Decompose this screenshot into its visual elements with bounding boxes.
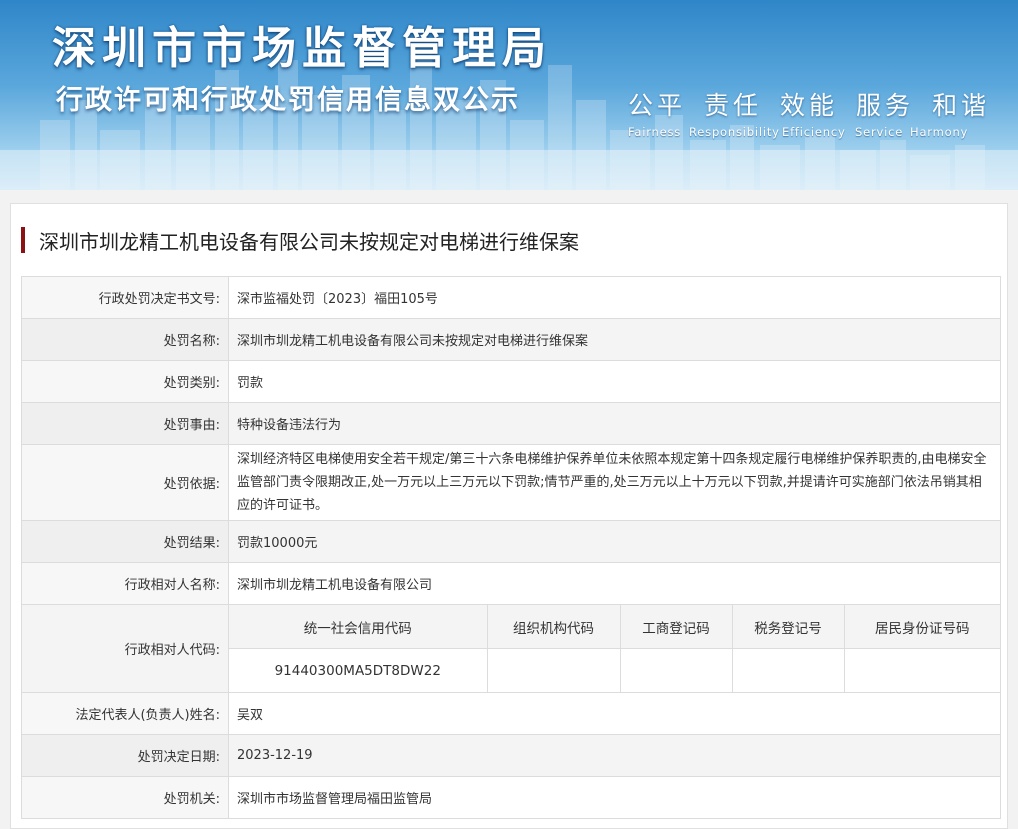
row-basis: 处罚依据: 深圳经济特区电梯使用安全若干规定/第三十六条电梯维护保养单位未依照本… — [21, 444, 1001, 521]
row-decision-date: 处罚决定日期: 2023-12-19 — [21, 734, 1001, 777]
penalty-name-value: 深圳市圳龙精工机电设备有限公司未按规定对电梯进行维保案 — [228, 318, 1001, 361]
motto-chinese: 公平 责任 效能 服务 和谐 — [628, 86, 990, 122]
motto-english: Fairness Responsibility Efficiency Servi… — [628, 125, 990, 139]
content-panel: 深圳市圳龙精工机电设备有限公司未按规定对电梯进行维保案 行政处罚决定书文号: 深… — [10, 203, 1008, 829]
code-header: 统一社会信用代码 — [229, 605, 488, 649]
doc-no-label: 行政处罚决定书文号: — [21, 276, 229, 319]
motto-en-item: Fairness — [628, 125, 682, 139]
code-header-row: 统一社会信用代码 组织机构代码 工商登记码 税务登记号 居民身份证号码 — [229, 605, 1000, 649]
row-authority: 处罚机关: 深圳市市场监督管理局福田监管局 — [21, 776, 1001, 819]
party-code-table: 统一社会信用代码 组织机构代码 工商登记码 税务登记号 居民身份证号码 9144… — [229, 605, 1000, 692]
row-penalty-name: 处罚名称: 深圳市圳龙精工机电设备有限公司未按规定对电梯进行维保案 — [21, 318, 1001, 361]
result-value: 罚款10000元 — [228, 520, 1001, 563]
header-banner: 深圳市市场监督管理局 行政许可和行政处罚信用信息双公示 公平 责任 效能 服务 … — [0, 0, 1018, 190]
motto-en-item: Efficiency — [782, 125, 846, 139]
motto-cn-item: 责任 — [704, 91, 763, 120]
banner-subtitle: 行政许可和行政处罚信用信息双公示 — [56, 85, 520, 116]
motto-cn-item: 效能 — [780, 91, 839, 120]
code-value — [843, 648, 1000, 692]
party-code-label: 行政相对人代码: — [21, 604, 229, 693]
row-party-name: 行政相对人名称: 深圳市圳龙精工机电设备有限公司 — [21, 562, 1001, 605]
doc-no-value: 深市监福处罚〔2023〕福田105号 — [228, 276, 1001, 319]
legal-rep-label: 法定代表人(负责人)姓名: — [21, 692, 229, 735]
title-accent-bar — [21, 227, 25, 253]
reason-value: 特种设备违法行为 — [228, 402, 1001, 445]
reason-label: 处罚事由: — [21, 402, 229, 445]
case-title-text: 深圳市圳龙精工机电设备有限公司未按规定对电梯进行维保案 — [39, 229, 579, 254]
row-reason: 处罚事由: 特种设备违法行为 — [21, 402, 1001, 445]
motto-en-item: Service — [855, 125, 904, 139]
motto-en-item: Harmony — [910, 125, 969, 139]
basis-value: 深圳经济特区电梯使用安全若干规定/第三十六条电梯维护保养单位未依照本规定第十四条… — [228, 444, 1001, 521]
row-category: 处罚类别: 罚款 — [21, 360, 1001, 403]
row-result: 处罚结果: 罚款10000元 — [21, 520, 1001, 563]
code-header: 税务登记号 — [731, 605, 845, 649]
penalty-info-table: 行政处罚决定书文号: 深市监福处罚〔2023〕福田105号 处罚名称: 深圳市圳… — [21, 276, 1001, 819]
code-value — [486, 648, 621, 692]
code-value — [619, 648, 733, 692]
penalty-name-label: 处罚名称: — [21, 318, 229, 361]
authority-value: 深圳市市场监督管理局福田监管局 — [228, 776, 1001, 819]
basis-label: 处罚依据: — [21, 444, 229, 521]
code-value: 91440300MA5DT8DW22 — [229, 648, 488, 692]
decision-date-label: 处罚决定日期: — [21, 734, 229, 777]
motto-cn-item: 和谐 — [932, 91, 991, 120]
row-party-code: 行政相对人代码: 统一社会信用代码 组织机构代码 工商登记码 税务登记号 居民身… — [21, 604, 1001, 693]
legal-rep-value: 吴双 — [228, 692, 1001, 735]
code-header: 居民身份证号码 — [843, 605, 1000, 649]
code-header: 工商登记码 — [619, 605, 733, 649]
motto: 公平 责任 效能 服务 和谐 Fairness Responsibility E… — [628, 86, 990, 139]
authority-label: 处罚机关: — [21, 776, 229, 819]
party-name-value: 深圳市圳龙精工机电设备有限公司 — [228, 562, 1001, 605]
row-legal-rep: 法定代表人(负责人)姓名: 吴双 — [21, 692, 1001, 735]
category-label: 处罚类别: — [21, 360, 229, 403]
decision-date-value: 2023-12-19 — [228, 734, 1001, 777]
code-value-row: 91440300MA5DT8DW22 — [229, 648, 1000, 692]
category-value: 罚款 — [228, 360, 1001, 403]
party-code-cell: 统一社会信用代码 组织机构代码 工商登记码 税务登记号 居民身份证号码 9144… — [228, 604, 1001, 693]
code-header: 组织机构代码 — [486, 605, 621, 649]
motto-en-item: Responsibility — [689, 125, 780, 139]
row-doc-no: 行政处罚决定书文号: 深市监福处罚〔2023〕福田105号 — [21, 276, 1001, 319]
motto-cn-item: 服务 — [856, 91, 915, 120]
case-title: 深圳市圳龙精工机电设备有限公司未按规定对电梯进行维保案 — [21, 226, 579, 254]
party-name-label: 行政相对人名称: — [21, 562, 229, 605]
motto-cn-item: 公平 — [628, 91, 687, 120]
banner-title: 深圳市市场监督管理局 — [52, 23, 552, 74]
code-value — [731, 648, 845, 692]
result-label: 处罚结果: — [21, 520, 229, 563]
